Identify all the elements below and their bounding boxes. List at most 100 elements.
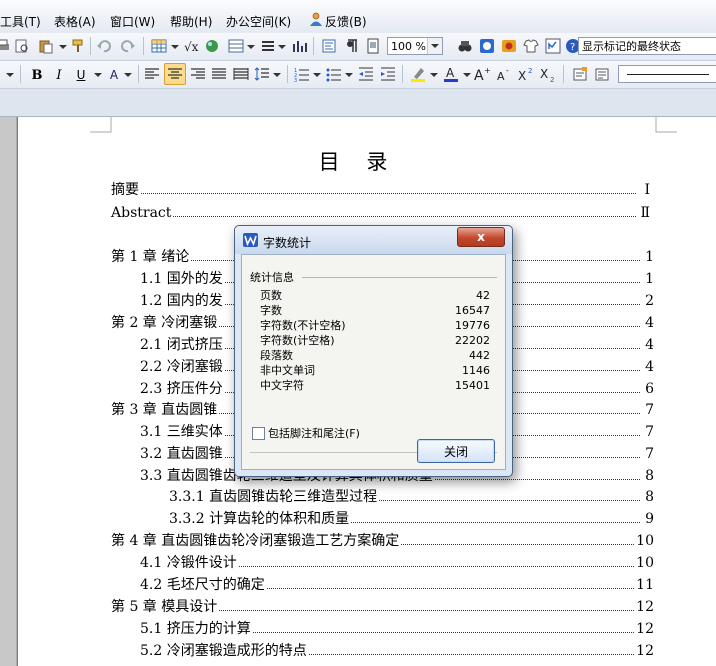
toc-entry-label: 3.3.2 计算齿轮的体积和质量 [169,509,352,529]
zoom-combo[interactable]: 100 % [387,37,443,55]
preview-icon[interactable] [14,38,30,54]
toc-entry[interactable]: 4.1 冷锻件设计 10 [140,553,654,573]
formatting-toolbar: B I U A 123 A A + A- X2 X2 [0,61,716,89]
table-dropdown-icon[interactable] [167,38,183,54]
text-box-icon[interactable] [572,66,588,82]
justify-icon[interactable] [211,66,227,82]
toc-entry[interactable]: 3.3.2 计算齿轮的体积和质量 9 [169,509,654,529]
bold-button[interactable]: B [28,65,46,85]
align-left-icon[interactable] [144,66,160,82]
insert-table-icon[interactable] [151,38,167,54]
line-spacing-dropdown-icon[interactable] [269,66,285,82]
drawing-icon[interactable] [594,66,610,82]
numbering-dropdown-icon[interactable] [309,66,325,82]
research-icon[interactable] [479,38,495,54]
grow-font-icon[interactable]: A + [474,66,490,82]
highlight-dropdown-icon[interactable] [426,66,442,82]
toc-entry[interactable]: 5.2 冷闭塞锻造成形的特点 12 [140,641,654,661]
toc-entry-page: 4 [643,313,654,333]
bullets-dropdown-icon[interactable] [341,66,357,82]
align-center-icon [168,68,182,79]
toc-entry-label: Abstract [111,203,174,223]
word-count-dialog: 字数统计 x 统计信息 页数 42 字数 16547 字符数(不计空格) 19776 … [234,225,513,477]
superscript-icon[interactable]: X2 [518,66,534,82]
formula-icon[interactable]: √x [183,38,199,54]
decrease-indent-icon[interactable] [358,66,374,82]
toc-entry[interactable]: 5.1 挤压力的计算 12 [140,619,654,639]
char-shading-dropdown-icon[interactable] [120,66,136,82]
print-icon[interactable] [0,38,11,54]
highlight-icon[interactable] [410,66,426,82]
toc-entry[interactable]: 第 5 章 模具设计 12 [111,597,654,617]
toc-entry-label: 4.1 冷锻件设计 [140,553,239,573]
chevron-down-icon[interactable] [427,38,442,54]
review-mode-value: 显示标记的最终状态 [582,40,681,53]
align-right-icon[interactable] [190,66,206,82]
document-map-icon[interactable] [321,38,337,54]
review-mode-combo[interactable]: 显示标记的最终状态 [578,37,716,55]
online-help-icon[interactable] [545,38,561,54]
toc-entry-page: 1 [643,269,654,289]
menu-table[interactable]: 表格(A) [54,13,96,30]
italic-button[interactable]: I [50,65,68,85]
menu-office-space[interactable]: 办公空间(K) [226,13,291,30]
shrink-font-icon[interactable]: A- [496,66,512,82]
subscript-icon[interactable]: X2 [540,66,556,82]
paragraph-dropdown-icon[interactable] [274,38,290,54]
numbering-icon[interactable]: 123 [294,66,310,82]
menu-window[interactable]: 窗口(W) [110,13,155,30]
dialog-close-button[interactable]: x [457,227,505,247]
paste-dropdown-icon[interactable] [55,38,71,54]
distributed-align-icon[interactable] [233,66,249,82]
undo-icon[interactable] [96,38,112,54]
font-color-dropdown-icon[interactable] [459,66,475,82]
group-divider [302,277,497,278]
close-button[interactable]: 关闭 [417,439,495,463]
toc-entry[interactable]: 3.3.1 直齿圆锥齿轮三维造型过程 8 [169,487,654,507]
align-center-button[interactable] [164,63,186,85]
redo-icon[interactable] [120,38,136,54]
toc-entry[interactable]: 摘要 Ⅰ [111,180,650,200]
columns-icon[interactable] [228,38,244,54]
toc-entry-page: 1 [643,247,654,267]
toc-entry-page: 4 [643,357,654,377]
stat-key-chars-with-spaces: 字符数(计空格) [260,334,335,347]
page-view-icon[interactable] [365,38,381,54]
bullets-icon[interactable] [326,66,342,82]
include-footnotes-label[interactable]: 包括脚注和尾注(F) [268,425,360,441]
include-footnotes-checkbox[interactable] [252,427,265,440]
stat-key-non-chinese-words: 非中文单词 [260,364,315,377]
border-style-combo[interactable] [618,65,716,83]
font-size-dropdown-icon[interactable] [2,66,18,82]
font-color-icon[interactable]: A [443,66,459,82]
stat-key-chinese-chars: 中文字符 [260,379,304,392]
toc-entry[interactable]: Abstract Ⅱ [111,203,650,223]
menu-tools[interactable]: 工具(T) [0,13,41,30]
line-spacing-icon[interactable] [254,66,270,82]
chart-bars-icon[interactable] [292,38,308,54]
toc-entry-label: 第 5 章 模具设计 [111,597,220,617]
paste-icon[interactable] [38,38,54,54]
format-painter-icon[interactable] [70,38,86,54]
template-icon[interactable] [501,38,517,54]
underline-button[interactable]: U [72,65,90,85]
insert-picture-icon[interactable] [204,38,220,54]
clothing-icon[interactable] [523,38,539,54]
menu-help[interactable]: 帮助(H) [170,13,212,30]
svg-text:A: A [474,68,484,82]
toc-entry-page: 12 [634,597,654,617]
toc-title: 目 录 [318,150,398,174]
separator [402,65,403,83]
stat-row: 字符数(计空格) 22202 [260,334,490,348]
columns-dropdown-icon[interactable] [243,38,259,54]
toc-entry[interactable]: 第 4 章 直齿圆锥齿轮冷闭塞锻造工艺方案确定 10 [111,531,654,551]
increase-indent-icon[interactable] [380,66,396,82]
dialog-title-bar[interactable]: 字数统计 x [235,226,512,254]
menu-feedback[interactable]: 反馈(B) [325,13,367,30]
show-marks-icon[interactable] [343,38,359,54]
binoculars-icon[interactable] [457,38,473,54]
toc-entry[interactable]: 4.2 毛坯尺寸的确定 11 [140,575,654,595]
svg-text:2: 2 [528,67,532,75]
svg-text:3: 3 [294,78,297,82]
toc-entry-label: 4.2 毛坯尺寸的确定 [140,575,267,595]
